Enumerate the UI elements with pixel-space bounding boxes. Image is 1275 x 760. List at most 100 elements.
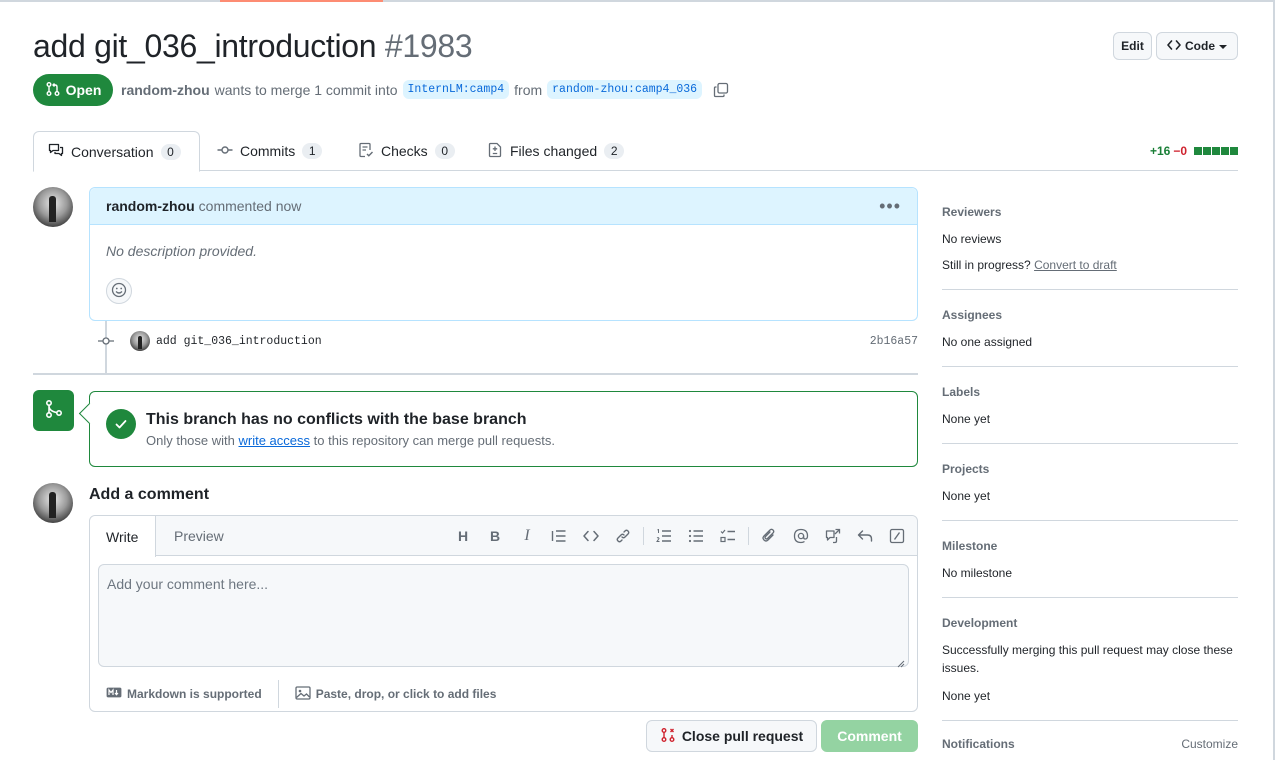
- close-button-label: Close pull request: [681, 728, 804, 744]
- code-icon[interactable]: [575, 520, 607, 552]
- from-text: from: [514, 81, 543, 98]
- tab-write[interactable]: Write: [90, 516, 156, 557]
- bold-icon[interactable]: B: [479, 520, 511, 552]
- assignees-value: No one assigned: [942, 335, 1033, 349]
- toolbar-divider: [748, 527, 749, 545]
- avatar[interactable]: [33, 187, 73, 227]
- development-heading[interactable]: Development: [942, 616, 1238, 630]
- smiley-icon: [111, 282, 127, 301]
- unordered-list-icon[interactable]: [680, 520, 712, 552]
- tab-count: 0: [434, 143, 455, 159]
- sidebar-labels: Labels None yet: [942, 367, 1238, 444]
- tab-label: Conversation: [71, 143, 154, 160]
- comment-submit-button[interactable]: Comment: [821, 720, 918, 752]
- quote-icon[interactable]: [543, 520, 575, 552]
- heading-icon[interactable]: H: [447, 520, 479, 552]
- tab-checks[interactable]: Checks 0: [344, 131, 469, 171]
- pull-request-icon: [45, 81, 61, 100]
- git-merge-icon: [44, 399, 64, 422]
- status-badge: Open: [33, 74, 113, 106]
- merge-status-title: This branch has no conflicts with the ba…: [146, 411, 527, 428]
- comment-button-label: Comment: [837, 728, 902, 744]
- pr-title: add git_036_introduction: [33, 28, 377, 64]
- author-link[interactable]: random-zhou: [121, 82, 210, 98]
- cross-reference-icon[interactable]: [817, 520, 849, 552]
- deletions-count: −0: [1173, 144, 1187, 158]
- convert-to-draft-link[interactable]: Convert to draft: [1034, 258, 1117, 272]
- projects-heading[interactable]: Projects: [942, 462, 1238, 476]
- merge-sub-prefix: Only those with: [146, 433, 235, 448]
- current-user-avatar[interactable]: [33, 483, 73, 523]
- image-icon: [295, 685, 311, 703]
- diffstat: +16 −0: [1150, 144, 1238, 158]
- notifications-heading: Notifications Customize: [942, 737, 1238, 751]
- active-nav-indicator: [220, 0, 383, 2]
- write-access-link[interactable]: write access: [239, 433, 311, 448]
- paperclip-icon[interactable]: [753, 520, 785, 552]
- commit-avatar[interactable]: [130, 331, 150, 351]
- tab-label: Commits: [240, 143, 296, 159]
- tab-files-changed[interactable]: Files changed 2: [473, 131, 638, 171]
- diffstat-bar: [1193, 147, 1238, 155]
- milestone-heading[interactable]: Milestone: [942, 539, 1238, 553]
- git-commit-icon: [96, 336, 116, 346]
- merge-sub-suffix: to this repository can merge pull reques…: [313, 433, 555, 448]
- commit-message[interactable]: add git_036_introduction: [156, 335, 322, 348]
- kebab-menu-icon[interactable]: •••: [879, 196, 901, 217]
- base-branch[interactable]: InternLM:camp4: [402, 80, 510, 99]
- comment-author[interactable]: random-zhou: [106, 198, 195, 214]
- git-pull-request-closed-icon: [660, 727, 676, 746]
- comment-timestamp: commented now: [198, 198, 302, 214]
- attach-files-button[interactable]: Paste, drop, or click to add files: [279, 685, 513, 703]
- sidebar-milestone: Milestone No milestone: [942, 521, 1238, 598]
- tab-count: 1: [302, 143, 323, 159]
- tab-commits[interactable]: Commits 1: [203, 131, 336, 171]
- italic-icon[interactable]: I: [511, 520, 543, 552]
- edit-button[interactable]: Edit: [1113, 32, 1152, 60]
- ordered-list-icon[interactable]: [648, 520, 680, 552]
- link-icon[interactable]: [607, 520, 639, 552]
- comment-editor: Write Preview H B I Add your comment her…: [89, 515, 918, 712]
- markdown-icon: [106, 687, 122, 701]
- merge-text: wants to merge 1 commit into: [214, 81, 398, 98]
- head-branch[interactable]: random-zhou:camp4_036: [547, 80, 703, 99]
- add-reaction-button[interactable]: [106, 278, 132, 304]
- markdown-support-link[interactable]: Markdown is supported: [90, 687, 278, 701]
- reviewers-heading[interactable]: Reviewers: [942, 205, 1238, 219]
- reviewers-value: No reviews: [942, 232, 1002, 246]
- attach-note: Paste, drop, or click to add files: [315, 687, 497, 701]
- assignees-heading[interactable]: Assignees: [942, 308, 1238, 322]
- tab-conversation[interactable]: Conversation 0: [33, 131, 200, 172]
- mention-icon[interactable]: [785, 520, 817, 552]
- comment-textarea[interactable]: Add your comment here...: [98, 564, 909, 668]
- development-note: Successfully merging this pull request m…: [942, 643, 1233, 675]
- commit-sha[interactable]: 2b16a57: [870, 335, 918, 348]
- labels-value: None yet: [942, 412, 991, 426]
- page-title: add git_036_introduction #1983: [33, 28, 473, 65]
- merge-status-icon: [33, 390, 74, 431]
- code-icon: [1167, 39, 1181, 54]
- copy-icon[interactable]: [713, 82, 729, 98]
- close-pull-request-button[interactable]: Close pull request: [646, 720, 817, 752]
- milestone-value: No milestone: [942, 566, 1013, 580]
- editor-footer: Markdown is supported Paste, drop, or cl…: [90, 676, 919, 712]
- reply-icon[interactable]: [849, 520, 881, 552]
- slash-command-icon[interactable]: [881, 520, 913, 552]
- labels-heading[interactable]: Labels: [942, 385, 1238, 399]
- code-button-label: Code: [1185, 39, 1215, 53]
- check-circle-icon: [106, 409, 136, 439]
- comment-discussion-icon: [48, 142, 64, 161]
- comment-card: random-zhou commented now ••• No descrip…: [89, 187, 918, 321]
- notifications-title: Notifications: [942, 737, 1015, 751]
- task-list-icon[interactable]: [712, 520, 744, 552]
- caret-down-icon: [1219, 39, 1227, 53]
- customize-link[interactable]: Customize: [1181, 737, 1238, 751]
- pr-tabs: Conversation 0 Commits 1 Checks 0 Files …: [33, 131, 1238, 172]
- draft-row: Still in progress? Convert to draft: [942, 256, 1238, 274]
- edit-button-label: Edit: [1121, 39, 1144, 53]
- tab-preview[interactable]: Preview: [158, 516, 240, 556]
- resize-handle-icon[interactable]: [897, 655, 905, 668]
- pr-meta: random-zhou wants to merge 1 commit into…: [121, 80, 729, 99]
- code-button[interactable]: Code: [1156, 32, 1238, 60]
- checklist-icon: [358, 142, 374, 161]
